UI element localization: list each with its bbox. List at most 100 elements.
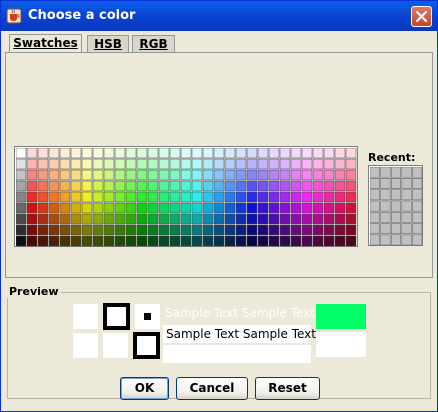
color-swatch[interactable] xyxy=(114,148,126,159)
color-swatch[interactable] xyxy=(290,180,302,192)
color-swatch[interactable] xyxy=(202,148,214,159)
color-swatch[interactable] xyxy=(59,224,71,236)
color-swatch[interactable] xyxy=(345,213,357,225)
color-swatch[interactable] xyxy=(257,148,269,159)
color-swatch[interactable] xyxy=(246,158,258,170)
color-swatch[interactable] xyxy=(158,235,170,247)
color-swatch[interactable] xyxy=(169,180,181,192)
recent-swatch[interactable] xyxy=(370,211,380,223)
color-swatch[interactable] xyxy=(213,202,225,214)
color-swatch[interactable] xyxy=(290,169,302,181)
color-swatch[interactable] xyxy=(103,191,115,203)
color-swatch[interactable] xyxy=(257,180,269,192)
color-swatch[interactable] xyxy=(279,224,291,236)
color-swatch[interactable] xyxy=(92,213,104,225)
color-swatch[interactable] xyxy=(301,191,313,203)
color-swatch[interactable] xyxy=(37,158,49,170)
color-swatch[interactable] xyxy=(26,235,38,247)
recent-swatch[interactable] xyxy=(412,223,423,235)
color-swatch[interactable] xyxy=(158,180,170,192)
color-swatch[interactable] xyxy=(268,148,280,159)
color-swatch[interactable] xyxy=(16,148,27,159)
color-swatch[interactable] xyxy=(312,202,324,214)
color-swatch[interactable] xyxy=(81,235,93,247)
color-swatch[interactable] xyxy=(301,180,313,192)
color-swatch[interactable] xyxy=(323,169,335,181)
color-swatch[interactable] xyxy=(92,158,104,170)
color-swatch[interactable] xyxy=(26,213,38,225)
color-swatch[interactable] xyxy=(136,213,148,225)
recent-swatch[interactable] xyxy=(401,211,412,223)
recent-swatch[interactable] xyxy=(412,211,423,223)
color-swatch[interactable] xyxy=(169,148,181,159)
color-swatch[interactable] xyxy=(213,180,225,192)
color-swatch[interactable] xyxy=(103,202,115,214)
color-swatch[interactable] xyxy=(59,148,71,159)
color-swatch[interactable] xyxy=(323,148,335,159)
color-swatch[interactable] xyxy=(103,213,115,225)
recent-swatch[interactable] xyxy=(412,178,423,189)
color-swatch[interactable] xyxy=(147,235,159,247)
color-swatch[interactable] xyxy=(180,213,192,225)
color-swatch[interactable] xyxy=(59,235,71,247)
color-swatch[interactable] xyxy=(180,180,192,192)
color-swatch[interactable] xyxy=(125,235,137,247)
color-swatch[interactable] xyxy=(92,169,104,181)
color-swatch[interactable] xyxy=(136,158,148,170)
color-swatch[interactable] xyxy=(59,191,71,203)
color-swatch[interactable] xyxy=(279,169,291,181)
color-swatch[interactable] xyxy=(268,235,280,247)
recent-swatch[interactable] xyxy=(412,234,423,246)
color-swatch[interactable] xyxy=(70,180,82,192)
color-swatch[interactable] xyxy=(81,158,93,170)
close-button[interactable] xyxy=(411,6,432,27)
color-swatch[interactable] xyxy=(37,180,49,192)
color-swatch[interactable] xyxy=(268,191,280,203)
color-swatch[interactable] xyxy=(290,148,302,159)
color-swatch[interactable] xyxy=(301,158,313,170)
recent-swatch[interactable] xyxy=(412,200,423,212)
color-swatch[interactable] xyxy=(92,235,104,247)
color-swatch[interactable] xyxy=(191,235,203,247)
color-swatch[interactable] xyxy=(147,213,159,225)
color-swatch[interactable] xyxy=(125,180,137,192)
recent-swatch[interactable] xyxy=(390,189,402,201)
color-swatch[interactable] xyxy=(268,169,280,181)
color-swatch[interactable] xyxy=(224,224,236,236)
color-swatch[interactable] xyxy=(103,148,115,159)
color-swatch[interactable] xyxy=(48,202,60,214)
color-swatch[interactable] xyxy=(257,213,269,225)
color-swatch[interactable] xyxy=(213,191,225,203)
color-swatch[interactable] xyxy=(114,224,126,236)
recent-swatch[interactable] xyxy=(370,200,380,212)
color-swatch[interactable] xyxy=(224,148,236,159)
color-swatch[interactable] xyxy=(16,202,27,214)
color-swatch[interactable] xyxy=(48,191,60,203)
color-swatch[interactable] xyxy=(48,224,60,236)
color-swatch[interactable] xyxy=(290,202,302,214)
color-swatch[interactable] xyxy=(235,202,247,214)
color-swatch[interactable] xyxy=(224,158,236,170)
color-swatch[interactable] xyxy=(81,169,93,181)
color-swatch[interactable] xyxy=(114,191,126,203)
recent-swatch[interactable] xyxy=(401,167,412,178)
color-swatch[interactable] xyxy=(334,235,346,247)
color-swatch[interactable] xyxy=(16,158,27,170)
color-swatch[interactable] xyxy=(323,158,335,170)
color-swatch[interactable] xyxy=(268,158,280,170)
color-swatch[interactable] xyxy=(81,224,93,236)
color-swatch[interactable] xyxy=(37,148,49,159)
title-bar[interactable]: Choose a color xyxy=(1,1,437,31)
color-swatch[interactable] xyxy=(312,148,324,159)
color-swatch[interactable] xyxy=(114,158,126,170)
color-swatch[interactable] xyxy=(257,235,269,247)
color-swatch[interactable] xyxy=(169,235,181,247)
color-swatch[interactable] xyxy=(136,202,148,214)
cancel-button[interactable]: Cancel xyxy=(176,377,248,400)
color-swatch[interactable] xyxy=(16,213,27,225)
color-swatch[interactable] xyxy=(81,180,93,192)
color-swatch[interactable] xyxy=(180,169,192,181)
color-swatch[interactable] xyxy=(213,213,225,225)
color-swatch[interactable] xyxy=(169,158,181,170)
color-swatch[interactable] xyxy=(213,224,225,236)
